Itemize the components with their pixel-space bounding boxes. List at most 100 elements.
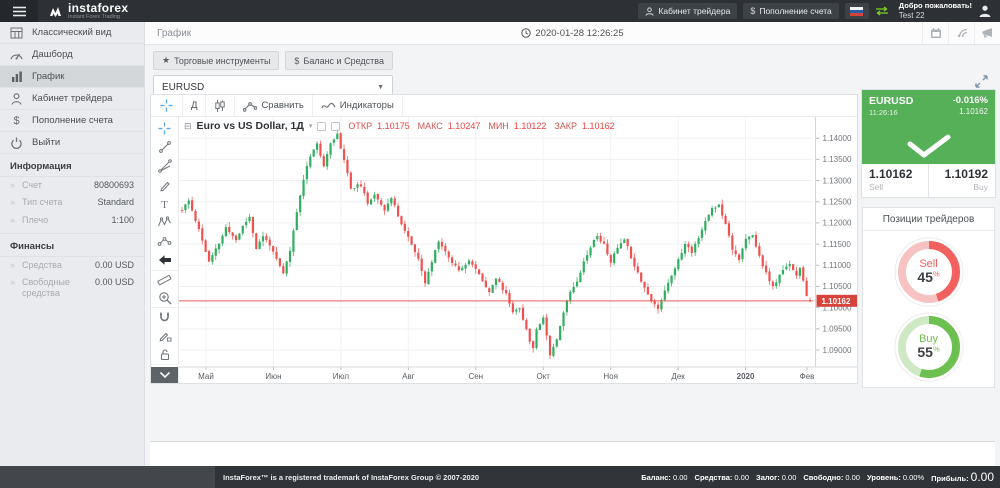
trader-cabinet-button[interactable]: Кабинет трейдера [638, 3, 737, 19]
quote-card-top[interactable]: EURUSD 11:26:16 -0.016% 1.10162 [862, 90, 995, 164]
gann-fib-tool-icon [158, 159, 172, 173]
russian-flag-icon [850, 7, 863, 16]
row-value: 1:100 [111, 215, 134, 225]
sidebar-item-deposit[interactable]: $Пополнение счета [0, 110, 144, 132]
quote-time: 11:26:16 [869, 108, 913, 117]
sidebar-item-trader-cabinet[interactable]: Кабинет трейдера [0, 88, 144, 110]
tab-content-strip [150, 441, 995, 466]
close-value: 1.10162 [582, 121, 615, 131]
sell-label: Sell [869, 182, 921, 192]
legend-caret-icon[interactable]: ▾ [309, 122, 313, 130]
trading-instruments-button[interactable]: ★ Торговые инструменты [153, 51, 279, 70]
chevron-down-icon [159, 371, 171, 379]
chart-type-button[interactable] [206, 95, 235, 116]
high-label: МАКС [418, 121, 443, 131]
svg-text:1.10162: 1.10162 [822, 297, 851, 306]
timeframe-label: Д [191, 100, 197, 111]
collapse-tools-button[interactable] [151, 367, 178, 383]
open-value: 1.10175 [377, 121, 410, 131]
app-root: instaforex Instant Forex Trading Кабинет… [0, 0, 1000, 488]
right-panel: EURUSD 11:26:16 -0.016% 1.10162 [862, 22, 995, 466]
datetime-text: 2020-01-28 12:26:25 [535, 28, 623, 39]
grid-icon [10, 27, 23, 39]
timeframe-button[interactable]: Д [183, 95, 206, 116]
sidebar-menu: Классический видДашбордГрафикКабинет тре… [0, 22, 144, 154]
sell-donut-text: Sell 45% [893, 236, 965, 308]
topbar-right: Кабинет трейдера $ Пополнение счета Добр… [638, 2, 1000, 20]
dollar-icon: $ [750, 6, 755, 16]
lock-tool-button[interactable] [151, 345, 179, 364]
svg-text:Ноя: Ноя [603, 372, 618, 381]
metric-свободно: Свободно:0.00 [803, 473, 860, 482]
legend-settings-icon[interactable] [317, 122, 326, 131]
sidebar-info-row: »Свободные средства0.00 USD [0, 274, 144, 303]
metric-баланс: Баланс:0.00 [641, 473, 687, 482]
svg-text:Май: Май [198, 372, 214, 381]
avatar-icon[interactable] [978, 4, 992, 18]
gauge-icon [10, 50, 23, 60]
price-chart[interactable]: 1.140001.135001.130001.125001.120001.115… [179, 117, 857, 383]
deposit-button[interactable]: $ Пополнение счета [743, 3, 838, 19]
chart-title: Euro vs US Dollar, 1Д [197, 120, 304, 132]
chevron-right-icon: » [10, 277, 22, 287]
quote-symbol: EURUSD [869, 95, 913, 107]
crosshair-tool-button[interactable] [151, 95, 183, 116]
trading-instruments-label: Торговые инструменты [174, 56, 270, 66]
chart-body: T 1.140001.135001.130001.125001.120001.1… [151, 117, 857, 383]
metric-прибыль: Прибыль:0.00 [931, 470, 994, 484]
bar-chart-icon [10, 71, 23, 82]
compare-button[interactable]: Сравнить [235, 95, 312, 116]
exchange-arrows-icon[interactable] [875, 6, 889, 16]
brush-tool-icon [158, 178, 172, 192]
svg-text:1.09500: 1.09500 [823, 325, 852, 334]
statusbar-metrics: Баланс:0.00Средства:0.00Залог:0.00Свобод… [641, 470, 1000, 484]
page-title: График [145, 28, 191, 39]
buy-donut: Buy 55% [893, 311, 965, 383]
draw-mode-tool-button[interactable] [151, 326, 179, 345]
gann-fib-tool-button[interactable] [151, 157, 179, 176]
close-label: ЗАКР [554, 121, 577, 131]
chevron-down-icon: ▼ [377, 84, 384, 91]
svg-text:2020: 2020 [737, 372, 755, 381]
instaforex-brand[interactable]: instaforex Instant Forex Trading [48, 2, 128, 21]
sidebar-item-classic-view[interactable]: Классический вид [0, 22, 144, 44]
quote-card: EURUSD 11:26:16 -0.016% 1.10162 [862, 90, 995, 197]
trader-cabinet-label: Кабинет трейдера [658, 6, 730, 16]
forecast-tool-button[interactable] [151, 232, 179, 251]
language-flag-button[interactable] [845, 3, 869, 19]
indicators-button[interactable]: Индикаторы [313, 95, 403, 116]
sidebar-item-dashboard[interactable]: Дашборд [0, 44, 144, 66]
chart-card: Д Сравнить Индикаторы T [150, 94, 858, 384]
ruler-tool-button[interactable] [151, 270, 179, 289]
magnet-tool-button[interactable] [151, 307, 179, 326]
hamburger-menu-button[interactable] [0, 0, 38, 22]
trend-line-tool-icon [158, 140, 172, 154]
text-tool-button[interactable]: T [151, 194, 179, 213]
crosshair-tool-button[interactable] [151, 119, 179, 138]
xabcd-pattern-tool-button[interactable] [151, 213, 179, 232]
legend-collapse-icon[interactable]: ⊟ [184, 121, 192, 132]
buy-percent: 55 [917, 344, 933, 360]
sidebar-item-logout[interactable]: Выйти [0, 132, 144, 154]
drawing-tools-column: T [151, 117, 179, 383]
forecast-tool-icon [157, 235, 172, 247]
instaforex-logo-icon [48, 4, 63, 19]
sell-cell[interactable]: 1.10162 Sell [862, 164, 928, 197]
row-value: Standard [97, 197, 134, 207]
zoom-in-tool-button[interactable] [151, 289, 179, 308]
legend-close-icon[interactable] [331, 122, 340, 131]
controls-row: ★ Торговые инструменты $ Баланс и Средст… [153, 51, 393, 70]
brush-tool-button[interactable] [151, 175, 179, 194]
trend-line-tool-button[interactable] [151, 138, 179, 157]
svg-text:1.09000: 1.09000 [823, 346, 852, 355]
svg-text:Июн: Июн [265, 372, 281, 381]
sidebar-item-chart[interactable]: График [0, 66, 144, 88]
row-label: Средства [22, 260, 95, 271]
buy-cell[interactable]: 1.10192 Buy [929, 164, 995, 197]
balance-funds-button[interactable]: $ Баланс и Средства [285, 51, 393, 70]
svg-text:1.14000: 1.14000 [823, 134, 852, 143]
svg-text:Авг: Авг [402, 372, 415, 381]
svg-text:Окт: Окт [536, 372, 550, 381]
arrow-tool-button[interactable] [151, 251, 179, 270]
symbol-select-value: EURUSD [162, 82, 204, 93]
